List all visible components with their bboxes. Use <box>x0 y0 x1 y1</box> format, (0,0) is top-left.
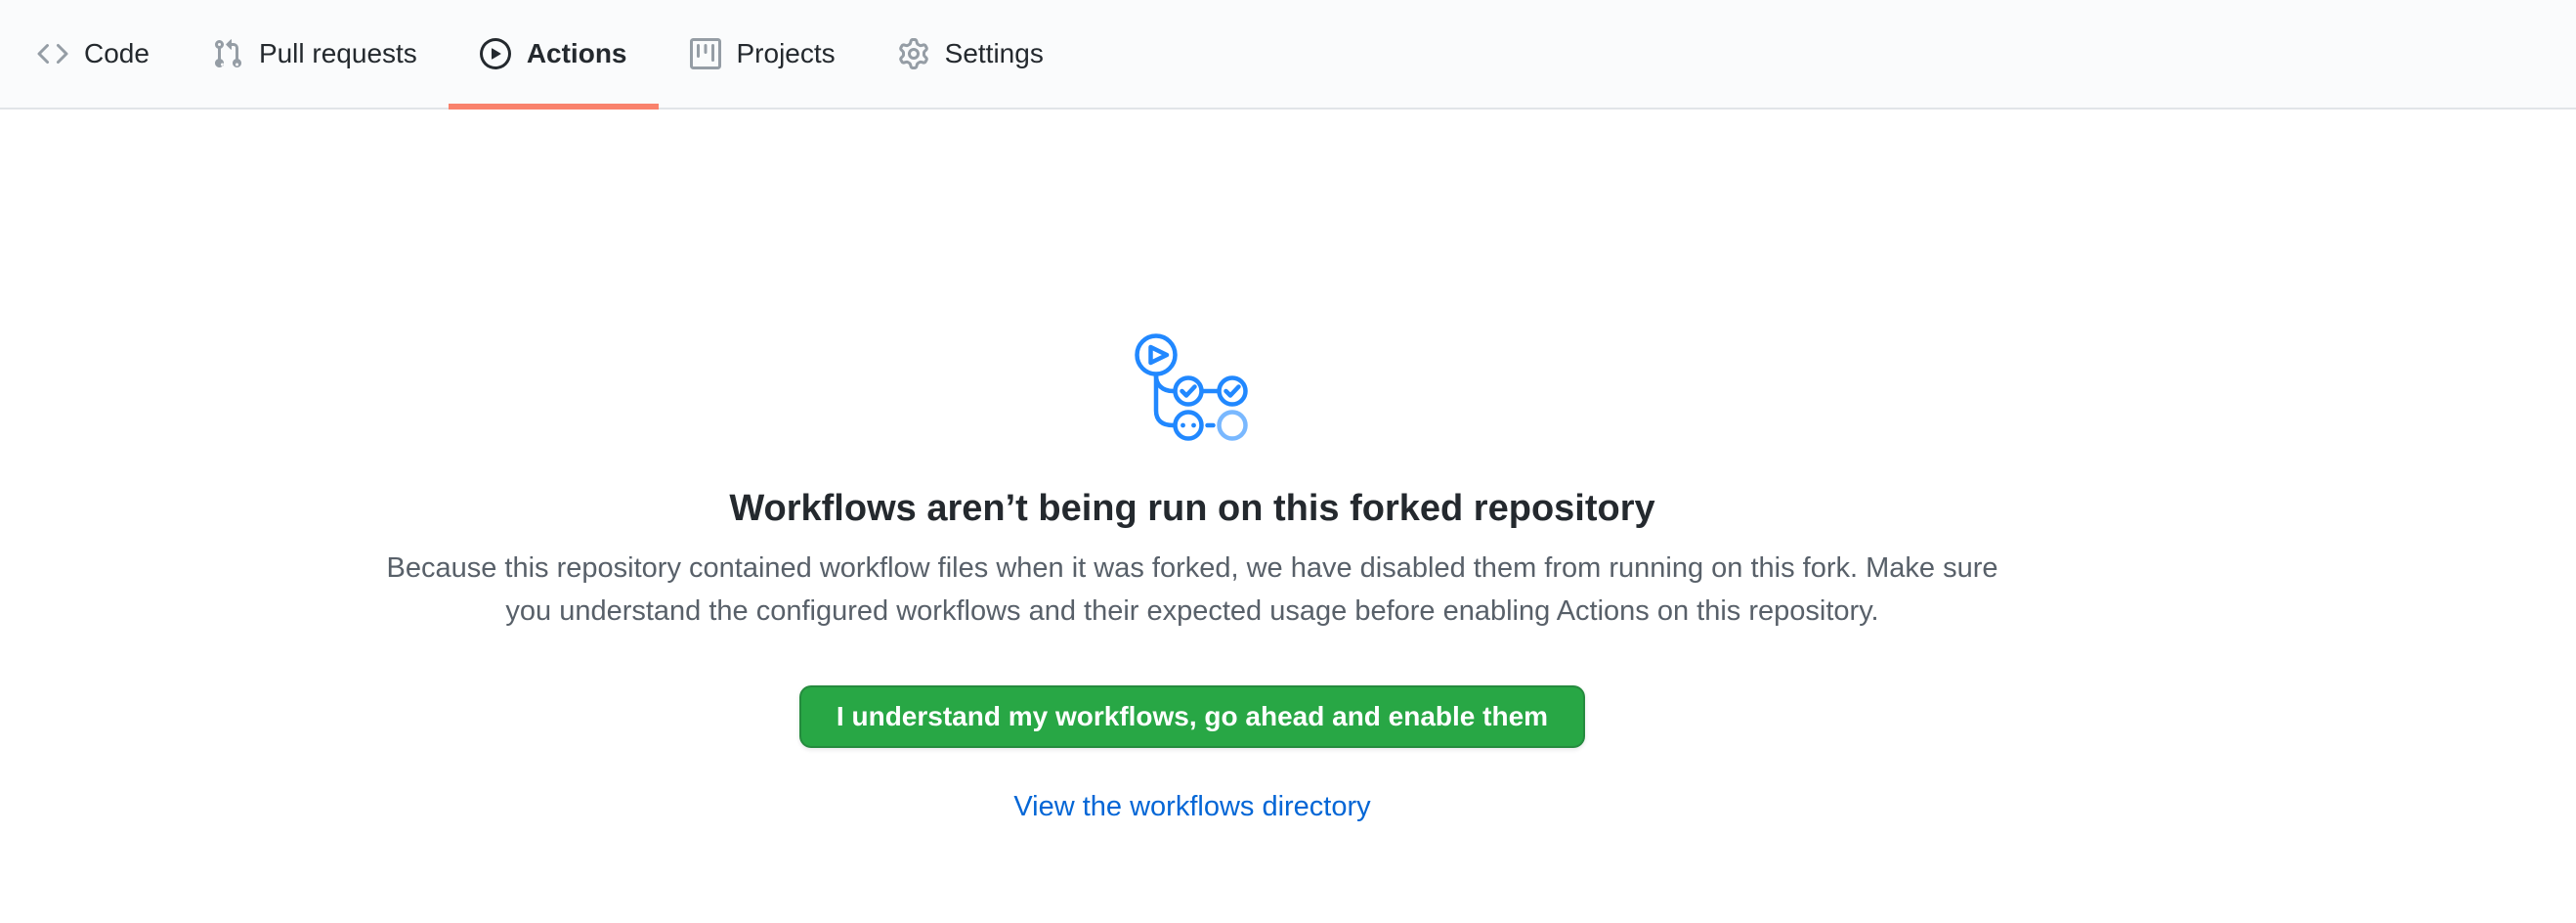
play-icon <box>480 38 511 69</box>
blankslate-description: Because this repository contained workfl… <box>362 547 2023 633</box>
code-icon <box>37 38 68 69</box>
tab-settings[interactable]: Settings <box>867 0 1075 108</box>
git-pull-request-icon <box>212 38 243 69</box>
project-icon <box>690 38 721 69</box>
tab-actions[interactable]: Actions <box>449 0 659 108</box>
tab-pull-requests[interactable]: Pull requests <box>181 0 449 108</box>
tab-code-label: Code <box>84 38 150 69</box>
actions-blankslate: Workflows aren’t being run on this forke… <box>0 110 2384 823</box>
blankslate-title: Workflows aren’t being run on this forke… <box>729 486 1654 531</box>
tab-actions-label: Actions <box>527 38 627 69</box>
gear-icon <box>898 38 929 69</box>
tab-projects[interactable]: Projects <box>659 0 867 108</box>
tab-code[interactable]: Code <box>6 0 181 108</box>
enable-workflows-button[interactable]: I understand my workflows, go ahead and … <box>799 685 1585 748</box>
tab-pull-requests-label: Pull requests <box>259 38 417 69</box>
tab-projects-label: Projects <box>737 38 836 69</box>
workflow-graph-icon <box>1135 330 1250 443</box>
tab-settings-label: Settings <box>945 38 1044 69</box>
view-workflows-directory-link[interactable]: View the workflows directory <box>1013 791 1370 823</box>
repo-tab-bar: Code Pull requests Actions Projects Sett… <box>0 0 2576 110</box>
